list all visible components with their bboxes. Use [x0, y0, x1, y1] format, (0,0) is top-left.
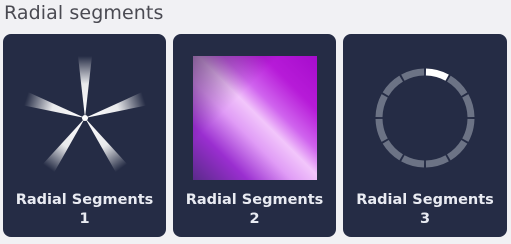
card-label-line2: 2 [249, 211, 260, 227]
card-label-line1: Radial Segments [15, 192, 154, 208]
card-label: Radial Segments 3 [343, 191, 507, 229]
preset-card-radial-segments-2[interactable]: Radial Segments 2 [173, 34, 336, 237]
ring-segment [375, 94, 388, 118]
preset-card-list: Radial Segments 1 Radial Segments 2 Radi… [3, 34, 507, 237]
card-label-line2: 3 [419, 211, 431, 227]
ring-segment [382, 75, 404, 97]
ring-segment [462, 118, 475, 142]
ring-segment [425, 155, 449, 168]
ring-segment [382, 139, 404, 161]
segmented-ring-preview [363, 56, 487, 180]
purple-gradient-preview [192, 56, 317, 180]
ring-segment [446, 139, 468, 161]
radial-spokes-icon [23, 56, 146, 173]
purple-gradient-square-icon [192, 56, 317, 180]
card-label: Radial Segments 2 [173, 191, 336, 229]
card-label-line1: Radial Segments [185, 192, 324, 208]
ring-segment [375, 118, 388, 142]
segmented-ring-icon [375, 68, 475, 168]
ring-segment [401, 155, 425, 168]
preset-card-radial-segments-1[interactable]: Radial Segments 1 [3, 34, 166, 237]
card-label-line1: Radial Segments [356, 192, 494, 208]
ring-segment [446, 75, 468, 97]
ring-segment [401, 68, 425, 81]
radial-spokes-preview [23, 56, 147, 180]
card-label-line2: 1 [79, 211, 90, 227]
ring-segment-active [425, 68, 449, 81]
section-title: Radial segments [4, 2, 164, 24]
ring-segment [462, 94, 475, 118]
preset-card-radial-segments-3[interactable]: Radial Segments 3 [343, 34, 507, 237]
card-label: Radial Segments 1 [3, 191, 166, 229]
